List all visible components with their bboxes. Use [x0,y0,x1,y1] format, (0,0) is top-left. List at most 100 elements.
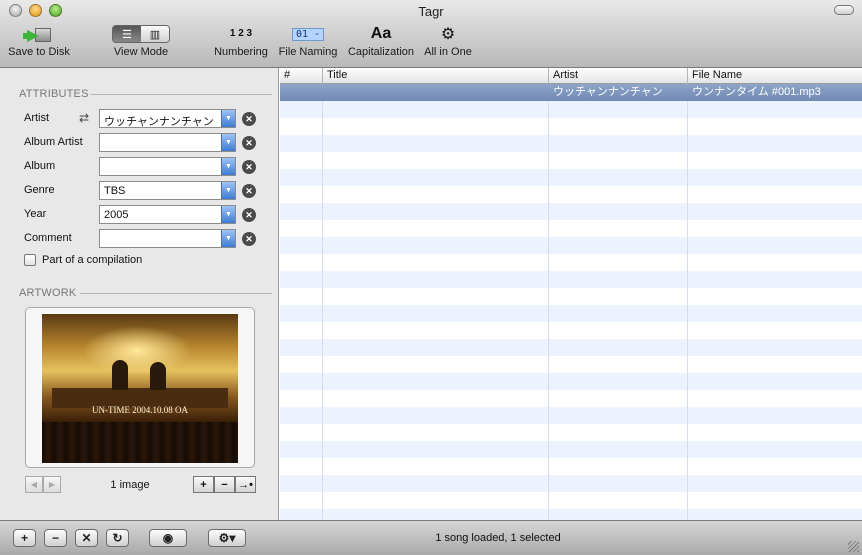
year-label: Year [24,208,47,220]
status-text: 1 song loaded, 1 selected [435,532,561,544]
table-header: # Title Artist File Name [280,68,862,84]
chevron-down-icon[interactable]: ▼ [221,182,235,199]
add-song-button[interactable]: + [13,529,36,547]
artwork-controls: + − →• [193,476,256,493]
column-view-icon[interactable]: ▥ [141,26,169,42]
numbering-button[interactable]: 1 2 3 Numbering [212,22,270,66]
year-combobox[interactable]: 2005 ▼ [99,205,236,224]
numbering-icon: 1 2 3 [229,28,253,39]
row-file-name: ウンナンタイム #001.mp3 [692,86,821,98]
year-value: 2005 [104,209,129,221]
all-in-one-button[interactable]: ⚙ All in One [422,22,474,66]
save-to-disk-button[interactable]: Save to Disk [8,22,70,66]
compilation-label: Part of a compilation [42,254,143,266]
swap-icon[interactable]: ⇄ [79,111,89,125]
artwork-divider [80,293,272,294]
song-table: ウッチャンナンチャン ウンナンタイム #001.mp3 # Title Arti… [280,68,862,520]
column-divider [322,84,323,520]
artwork-navigation: ◀ ▶ [25,476,61,493]
previous-image-icon[interactable]: ◀ [25,476,43,493]
table-row[interactable]: ウッチャンナンチャン ウンナンタイム #001.mp3 [280,84,862,101]
save-disk-icon [23,24,51,44]
genre-combobox[interactable]: TBS ▼ [99,181,236,200]
action-gear-icon[interactable]: ⚙▾ [208,529,246,547]
column-divider [687,84,688,520]
view-mode-segmented[interactable]: ☰ ▥ [112,25,170,43]
add-artwork-button[interactable]: + [193,476,214,493]
field-album: Album ▼ ✕ [0,157,279,177]
row-artist: ウッチャンナンチャン [553,86,663,98]
chevron-down-icon[interactable]: ▼ [221,110,235,127]
attributes-heading: ATTRIBUTES [19,88,89,100]
artist-combobox[interactable]: ウッチャンナンチャン ▼ [99,109,236,128]
album-artist-label: Album Artist [24,136,83,148]
toolbar-toggle-button[interactable] [834,5,854,15]
capitalization-button[interactable]: Aa Capitalization [346,22,416,66]
all-in-one-icon: ⚙ [440,26,456,43]
column-header-number[interactable]: # [280,68,322,84]
toolbar: Tagr Save to Disk ☰ ▥ View Mode 1 2 3 Nu… [0,0,862,68]
field-artist: Artist ⇄ ウッチャンナンチャン ▼ ✕ [0,109,279,129]
preview-eye-icon[interactable]: ◉ [149,529,187,547]
album-artist-combobox[interactable]: ▼ [99,133,236,152]
column-header-title[interactable]: Title [322,68,548,84]
album-combobox[interactable]: ▼ [99,157,236,176]
chevron-down-icon[interactable]: ▼ [221,158,235,175]
file-naming-button[interactable]: 01 - File Naming [278,22,338,66]
attributes-divider [90,94,272,95]
field-comment: Comment ▼ ✕ [0,229,279,249]
genre-value: TBS [104,185,126,197]
list-view-icon[interactable]: ☰ [113,26,141,42]
clear-tags-button[interactable]: ✕ [75,529,98,547]
clear-album-icon[interactable]: ✕ [242,160,256,174]
file-naming-label: File Naming [278,46,338,58]
comment-label: Comment [24,232,72,244]
artwork-caption: UN-TIME 2004.10.08 OA [92,405,188,415]
save-to-disk-label: Save to Disk [8,46,70,58]
next-image-icon[interactable]: ▶ [43,476,61,493]
column-header-file-name[interactable]: File Name [687,68,862,84]
clear-comment-icon[interactable]: ✕ [242,232,256,246]
chevron-down-icon[interactable]: ▼ [221,230,235,247]
compilation-checkbox[interactable] [24,254,36,266]
clear-genre-icon[interactable]: ✕ [242,184,256,198]
album-label: Album [24,160,56,172]
genre-label: Genre [24,184,55,196]
all-in-one-label: All in One [424,46,472,58]
window-title: Tagr [418,4,444,19]
artwork-well[interactable]: UN-TIME 2004.10.08 OA [25,307,255,468]
album-artwork-image: UN-TIME 2004.10.08 OA [42,314,238,463]
artwork-heading: ARTWORK [19,287,77,299]
view-mode-label: View Mode [113,46,169,58]
chevron-down-icon[interactable]: ▼ [221,206,235,223]
clear-album-artist-icon[interactable]: ✕ [242,136,256,150]
column-header-artist[interactable]: Artist [548,68,687,84]
image-count: 1 image [110,479,150,491]
export-artwork-button[interactable]: →• [235,476,256,493]
field-album-artist: Album Artist ▼ ✕ [0,133,279,153]
view-mode-control[interactable]: ☰ ▥ View Mode [112,22,170,66]
resize-grip-icon[interactable] [848,541,859,552]
artist-value: ウッチャンナンチャン [104,116,214,128]
clear-artist-icon[interactable]: ✕ [242,112,256,126]
capitalization-icon: Aa [370,25,392,42]
row-title [323,84,548,101]
comment-combobox[interactable]: ▼ [99,229,236,248]
column-divider [548,84,549,520]
table-body[interactable] [280,84,862,520]
refresh-icon[interactable]: ↻ [106,529,129,547]
remove-artwork-button[interactable]: − [214,476,235,493]
field-year: Year 2005 ▼ ✕ [0,205,279,225]
clear-year-icon[interactable]: ✕ [242,208,256,222]
compilation-option[interactable]: Part of a compilation [24,254,142,266]
bottom-bar: + − ✕ ↻ ◉ ⚙▾ 1 song loaded, 1 selected [0,520,862,555]
remove-song-button[interactable]: − [44,529,67,547]
field-genre: Genre TBS ▼ ✕ [0,181,279,201]
inspector-panel: ATTRIBUTES Artist ⇄ ウッチャンナンチャン ▼ ✕ Album… [0,68,279,520]
row-number [280,84,322,101]
artist-label: Artist [24,112,50,124]
numbering-label: Numbering [214,46,268,58]
chevron-down-icon[interactable]: ▼ [221,134,235,151]
file-naming-icon: 01 - [291,27,325,41]
capitalization-label: Capitalization [347,46,415,58]
